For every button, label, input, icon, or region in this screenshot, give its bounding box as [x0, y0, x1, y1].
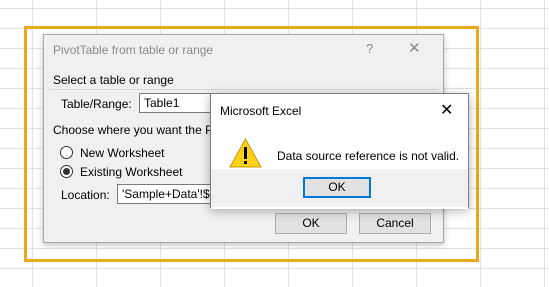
section-divider: [49, 89, 438, 90]
close-icon[interactable]: ✕: [408, 39, 421, 57]
new-worksheet-radio[interactable]: [60, 146, 73, 159]
help-icon[interactable]: ?: [366, 41, 373, 56]
location-label: Location:: [61, 188, 110, 202]
choose-section-label: Choose where you want the Piv: [53, 123, 222, 137]
close-icon[interactable]: ✕: [440, 100, 453, 120]
message-footer: OK: [211, 169, 468, 207]
cancel-button[interactable]: Cancel: [359, 213, 431, 234]
message-titlebar: Microsoft Excel ✕: [211, 94, 468, 125]
message-title: Microsoft Excel: [220, 104, 302, 118]
ok-button[interactable]: OK: [275, 213, 347, 234]
existing-worksheet-radio[interactable]: [60, 165, 73, 178]
pivot-dialog-title: PivotTable from table or range: [53, 43, 214, 57]
warning-icon: [229, 138, 262, 168]
message-ok-button[interactable]: OK: [303, 177, 371, 198]
select-section-label: Select a table or range: [53, 73, 174, 87]
existing-worksheet-label: Existing Worksheet: [80, 165, 183, 179]
table-range-label: Table/Range:: [61, 97, 132, 111]
new-worksheet-label: New Worksheet: [80, 146, 165, 160]
location-input[interactable]: 'Sample+Data'!$L: [117, 184, 217, 204]
message-text: Data source reference is not valid.: [277, 149, 460, 163]
error-message-box: Microsoft Excel ✕ Data source reference …: [210, 93, 469, 209]
